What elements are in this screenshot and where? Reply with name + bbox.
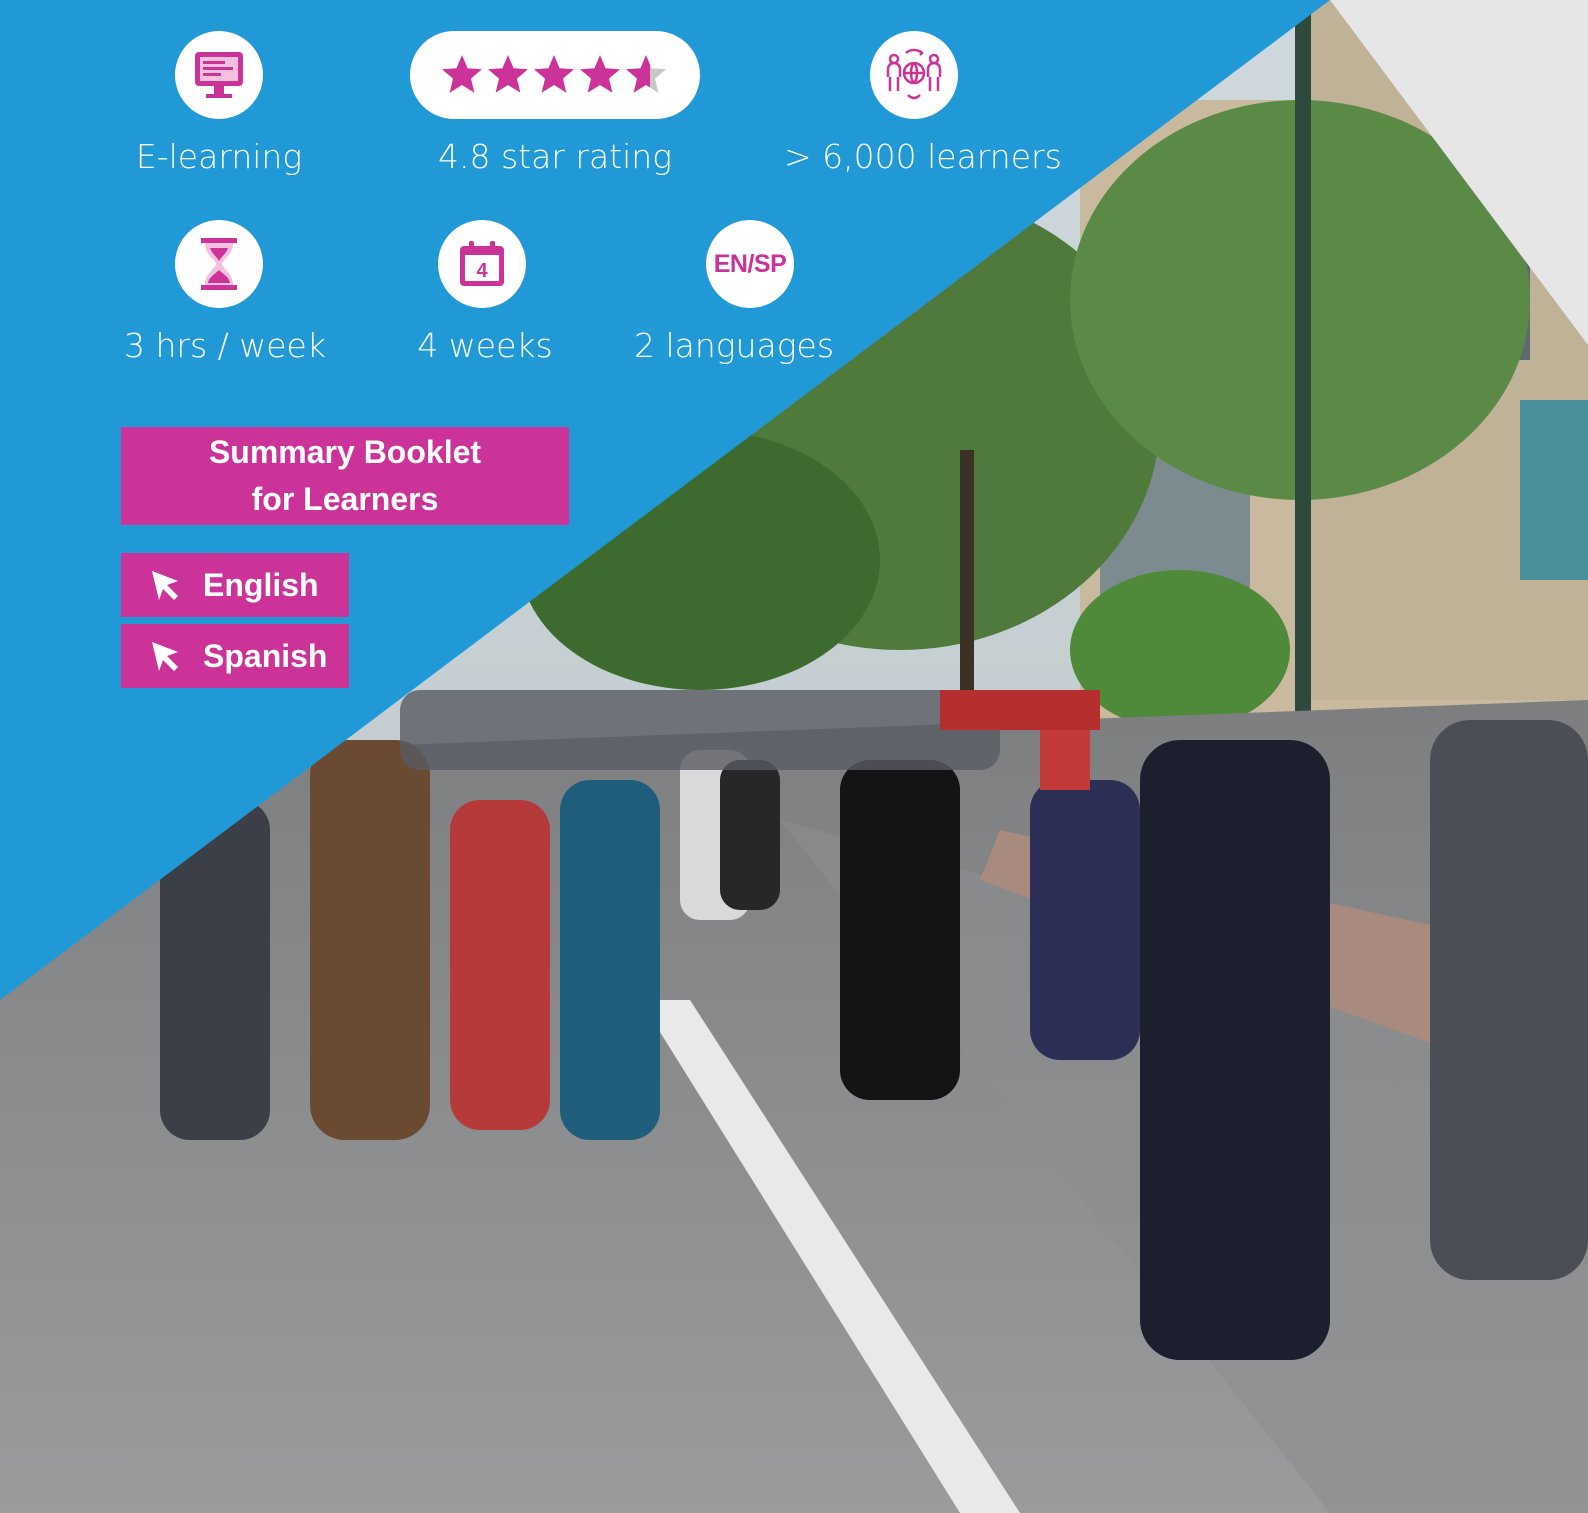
cursor-arrow-icon bbox=[149, 568, 185, 602]
cursor-arrow-icon bbox=[149, 639, 185, 673]
stat-label: E-learning bbox=[135, 137, 303, 176]
stat-languages: EN/SP 2 languages bbox=[634, 220, 834, 365]
languages-icon: EN/SP bbox=[706, 220, 794, 308]
stat-weeks: 4 4 weeks bbox=[405, 220, 565, 365]
stat-label: 4 weeks bbox=[417, 326, 553, 365]
languages-badge: EN/SP bbox=[713, 249, 787, 278]
hourglass-icon bbox=[175, 220, 263, 308]
stat-label: > 6,000 learners bbox=[784, 137, 1062, 176]
stat-learners: > 6,000 learners bbox=[784, 31, 1062, 176]
booklet-title-line1: Summary Booklet bbox=[208, 434, 482, 470]
star-rating-icon bbox=[410, 31, 700, 119]
stat-label: 2 languages bbox=[634, 326, 835, 365]
course-info-page: E-learning 4.8 star rating > 6,000 learn… bbox=[0, 0, 1588, 1513]
stat-hours: 3 hrs / week bbox=[124, 220, 326, 365]
computer-monitor-icon bbox=[175, 31, 263, 119]
spanish-link-label: Spanish bbox=[203, 637, 328, 674]
summary-booklet-banner: Summary Booklet for Learners bbox=[121, 427, 569, 525]
calendar-icon: 4 bbox=[438, 220, 526, 308]
english-link-label: English bbox=[203, 566, 319, 603]
stat-rating: 4.8 star rating bbox=[405, 31, 705, 176]
stat-label: 4.8 star rating bbox=[438, 137, 672, 176]
english-booklet-button[interactable]: English bbox=[121, 553, 349, 617]
booklet-title-line2: for Learners bbox=[251, 481, 439, 517]
spanish-booklet-button[interactable]: Spanish bbox=[121, 624, 349, 688]
stat-label: 3 hrs / week bbox=[124, 326, 326, 365]
stat-e-learning: E-learning bbox=[124, 31, 314, 176]
global-learners-icon bbox=[870, 31, 958, 119]
calendar-number: 4 bbox=[476, 260, 488, 282]
